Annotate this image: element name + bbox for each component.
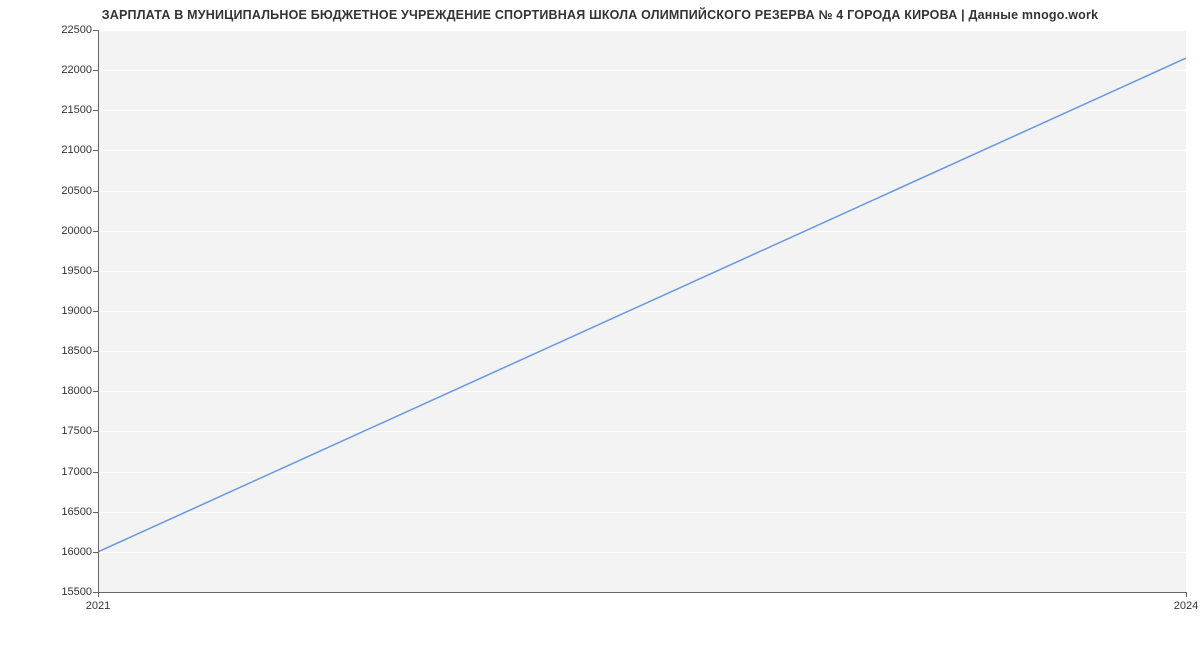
y-tick-label: 21500 — [12, 104, 92, 116]
grid-line — [98, 70, 1186, 71]
y-axis-line — [98, 30, 99, 592]
grid-line — [98, 110, 1186, 111]
grid-line — [98, 271, 1186, 272]
grid-line — [98, 472, 1186, 473]
y-tick-label: 22500 — [12, 24, 92, 36]
y-tick-mark — [93, 311, 98, 312]
y-tick-label: 16000 — [12, 546, 92, 558]
y-tick-mark — [93, 431, 98, 432]
y-tick-label: 20500 — [12, 185, 92, 197]
y-tick-mark — [93, 552, 98, 553]
y-tick-label: 21000 — [12, 144, 92, 156]
y-tick-mark — [93, 150, 98, 151]
y-tick-label: 17500 — [12, 425, 92, 437]
x-tick-label: 2024 — [1174, 600, 1198, 612]
grid-line — [98, 391, 1186, 392]
chart-container: ЗАРПЛАТА В МУНИЦИПАЛЬНОЕ БЮДЖЕТНОЕ УЧРЕЖ… — [0, 0, 1200, 650]
y-tick-label: 16500 — [12, 506, 92, 518]
y-tick-mark — [93, 271, 98, 272]
y-tick-mark — [93, 110, 98, 111]
y-tick-label: 20000 — [12, 225, 92, 237]
y-tick-label: 18000 — [12, 385, 92, 397]
x-axis-line — [98, 592, 1186, 593]
y-tick-mark — [93, 391, 98, 392]
x-tick-label: 2021 — [86, 600, 110, 612]
y-tick-label: 19500 — [12, 265, 92, 277]
y-tick-mark — [93, 231, 98, 232]
grid-line — [98, 231, 1186, 232]
grid-line — [98, 351, 1186, 352]
chart-title: ЗАРПЛАТА В МУНИЦИПАЛЬНОЕ БЮДЖЕТНОЕ УЧРЕЖ… — [0, 8, 1200, 22]
grid-line — [98, 552, 1186, 553]
y-tick-mark — [93, 512, 98, 513]
y-tick-mark — [93, 30, 98, 31]
grid-line — [98, 30, 1186, 31]
x-tick-mark — [1186, 592, 1187, 597]
y-tick-label: 22000 — [12, 64, 92, 76]
y-tick-label: 19000 — [12, 305, 92, 317]
grid-line — [98, 311, 1186, 312]
grid-line — [98, 191, 1186, 192]
x-tick-mark — [98, 592, 99, 597]
y-tick-label: 18500 — [12, 345, 92, 357]
y-tick-mark — [93, 191, 98, 192]
y-tick-mark — [93, 70, 98, 71]
grid-line — [98, 150, 1186, 151]
grid-line — [98, 431, 1186, 432]
y-tick-label: 17000 — [12, 466, 92, 478]
y-tick-mark — [93, 472, 98, 473]
grid-line — [98, 512, 1186, 513]
y-tick-label: 15500 — [12, 586, 92, 598]
y-tick-mark — [93, 351, 98, 352]
plot-area — [98, 30, 1186, 592]
